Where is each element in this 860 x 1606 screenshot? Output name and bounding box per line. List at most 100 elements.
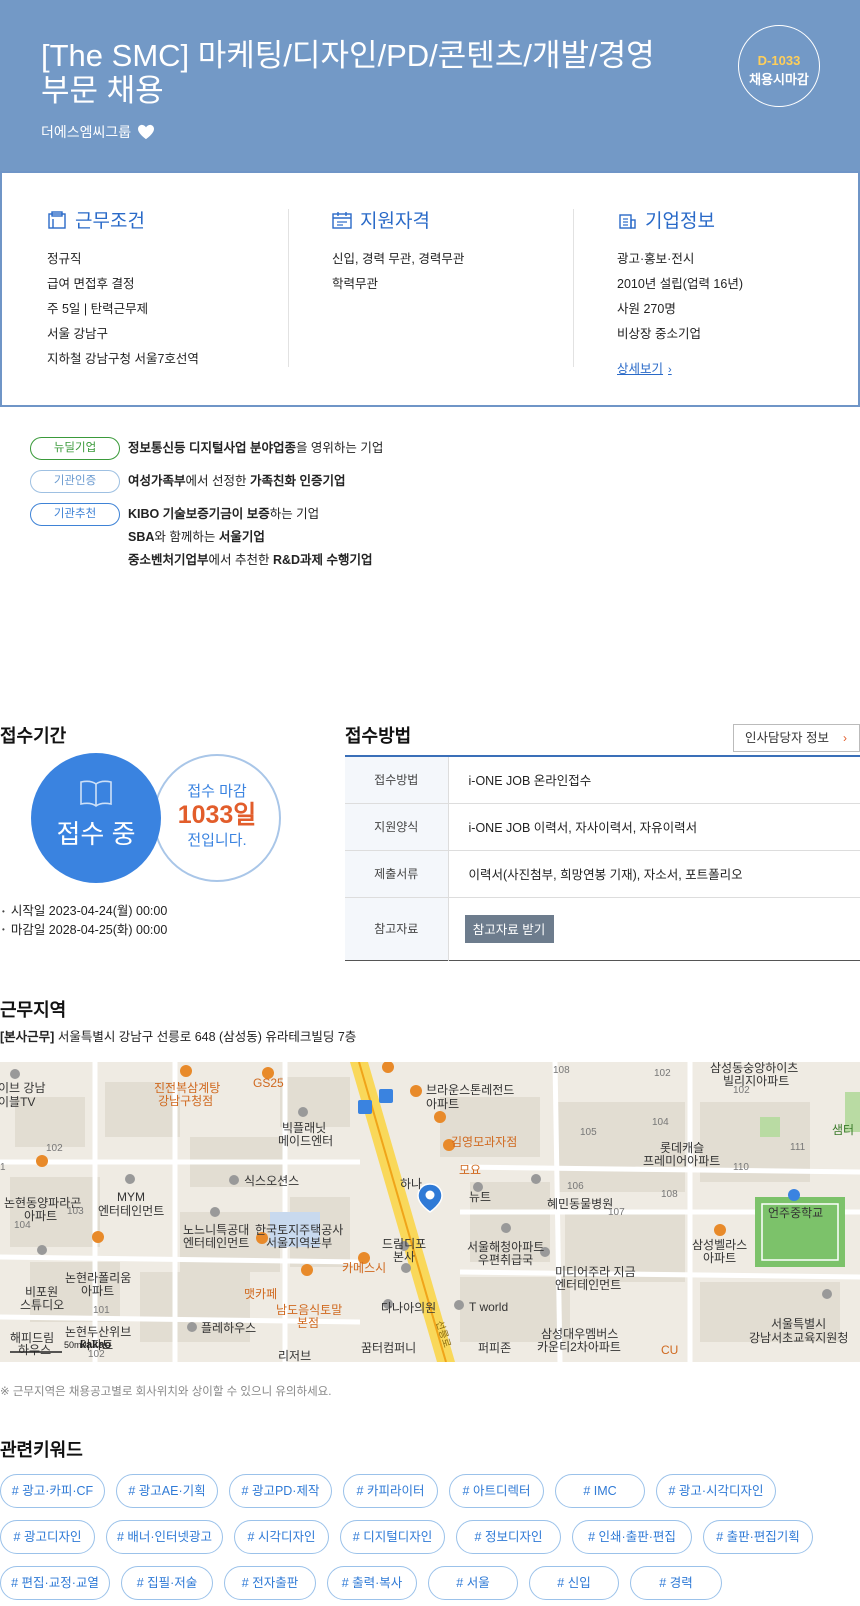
map-number: 104 <box>652 1117 669 1128</box>
keyword-tag[interactable]: # 광고AE·기획 <box>116 1474 218 1508</box>
map-label: 진전복삼계탕 <box>154 1081 220 1095</box>
map-label: 모요 <box>459 1163 481 1177</box>
start-date: 시작일 2023-04-24(월) 00:00 <box>0 902 168 921</box>
map-label: 50m <box>64 1340 82 1350</box>
remaining-circle: 접수 마감 1033일 전입니다. <box>153 754 281 882</box>
map-label: 한국토지주택공사 <box>255 1223 343 1237</box>
keyword-tag[interactable]: # 디지털디자인 <box>340 1520 445 1554</box>
keyword-tag[interactable]: # 광고PD·제작 <box>229 1474 332 1508</box>
keyword-tag[interactable]: # 서울 <box>428 1566 518 1600</box>
recommended-badge: 기관추천 <box>30 503 120 526</box>
keyword-tag[interactable]: # 카피라이터 <box>343 1474 438 1508</box>
work-conditions-list: 정규직 급여 면접후 결정 주 5일 | 탄력근무제 서울 강남구 지하철 강남… <box>47 247 288 372</box>
keyword-tag[interactable]: # 신입 <box>529 1566 619 1600</box>
keyword-tag[interactable]: # 배너·인터넷광고 <box>106 1520 223 1554</box>
remaining-days: 1033일 <box>177 801 257 829</box>
map-label: 플레하우스 <box>201 1321 256 1335</box>
keyword-tag[interactable]: # 정보디자인 <box>456 1520 561 1554</box>
download-reference-button[interactable]: 참고자료 받기 <box>464 914 554 943</box>
certified-badge: 기관인증 <box>30 470 120 493</box>
keyword-list: # 광고·카피·CF # 광고AE·기획 # 광고PD·제작 # 카피라이터 #… <box>0 1474 860 1606</box>
qualifications-title: 지원자격 <box>332 206 573 233</box>
map-label: 엔터테인먼트 <box>555 1278 621 1292</box>
keyword-tag[interactable]: # 출력·복사 <box>327 1566 417 1600</box>
location-map[interactable]: 이브 강남 이블TV 진전복삼계탕 강남구청점 GS25 빅플래닛 메이드엔터 … <box>0 1062 860 1362</box>
qual-item: 학력무관 <box>332 277 379 291</box>
row-label: 참고자료 <box>345 897 449 960</box>
keyword-tag[interactable]: # 인쇄·출판·편집 <box>572 1520 692 1554</box>
map-label: 언주중학교 <box>768 1206 823 1220</box>
row-label: 접수방법 <box>345 756 449 803</box>
map-label: 삼성대우멤버스 <box>541 1327 618 1341</box>
map-number: 107 <box>608 1207 625 1218</box>
badge-row: 기관인증 여성가족부에서 선정한 가족친화 인증기업 <box>30 470 383 493</box>
keyword-tag[interactable]: # 시각디자인 <box>234 1520 329 1554</box>
map-label: T world <box>469 1300 508 1314</box>
keyword-tag[interactable]: # 광고디자인 <box>0 1520 95 1554</box>
company-detail-link[interactable]: 상세보기 › <box>617 358 672 377</box>
map-label: CU <box>661 1343 678 1357</box>
company-name[interactable]: 더에스엠씨그룹 <box>41 122 155 142</box>
badge-description: KIBO 기술보증기금이 보증하는 기업 <box>128 503 373 526</box>
hr-contact-button[interactable]: › 인사담당자 정보 <box>733 724 860 752</box>
map-number: 110 <box>733 1162 749 1173</box>
row-label: 지원양식 <box>345 803 449 850</box>
map-label: 이브 강남 <box>0 1081 46 1095</box>
qualifications: 지원자격 신입, 경력 무관, 경력무관 학력무관 <box>288 173 573 405</box>
keyword-tag[interactable]: # 아트디렉터 <box>449 1474 544 1508</box>
map-number: 101 <box>93 1305 110 1316</box>
map-label: 혜민동물병원 <box>547 1197 613 1211</box>
qualifications-label: 지원자격 <box>360 211 430 232</box>
keyword-tag[interactable]: # 집필·저술 <box>121 1566 213 1600</box>
table-row: 제출서류 이력서(사진첨부, 희망연봉 기재), 자소서, 포트폴리오 <box>345 850 860 897</box>
map-label: 미디어주라 지금 <box>555 1265 636 1279</box>
map-label: 롯데캐슬 <box>660 1141 704 1155</box>
map-label: 엔터테인먼트 <box>183 1236 249 1250</box>
badge-text: 에서 추천한 <box>208 553 273 567</box>
keyword-tag[interactable]: # IMC <box>555 1474 645 1508</box>
keyword-tag[interactable]: # 광고·시각디자인 <box>656 1474 776 1508</box>
map-label: 스튜디오 <box>20 1298 64 1312</box>
badge-descriptions: 여성가족부에서 선정한 가족친화 인증기업 <box>128 470 345 493</box>
map-label: 남도음식토말 <box>276 1303 342 1317</box>
location-title: 근무지역 <box>0 1000 67 1020</box>
badge-text-bold: 서울기업 <box>218 530 265 544</box>
period-dates: 시작일 2023-04-24(월) 00:00 마감일 2028-04-25(화… <box>0 902 168 939</box>
map-label: MYM <box>117 1190 145 1204</box>
map-label: 본점 <box>297 1316 319 1330</box>
keyword-tag[interactable]: # 편집·교정·교열 <box>0 1566 110 1600</box>
status-circle: 접수 중 <box>31 753 161 883</box>
job-summary: 근무조건 정규직 급여 면접후 결정 주 5일 | 탄력근무제 서울 강남구 지… <box>0 171 860 407</box>
keyword-tag[interactable]: # 전자출판 <box>224 1566 316 1600</box>
dday-count: D-1033 <box>757 53 801 68</box>
map-label: 카운티2차아파트 <box>537 1340 621 1354</box>
badge-text-bold: 정보통신등 디지털사업 분야업종 <box>128 441 296 455</box>
heart-icon[interactable] <box>137 124 155 140</box>
badge-description: 정보통신등 디지털사업 분야업종을 영위하는 기업 <box>128 437 383 460</box>
map-label: 뉴트 <box>469 1190 491 1204</box>
corp-item: 비상장 중소기업 <box>617 327 701 341</box>
map-label: 논현두산위브 <box>65 1325 131 1339</box>
map-label: 샘터 <box>832 1123 854 1137</box>
company-info-label: 기업정보 <box>645 211 715 232</box>
period-title: 접수기간 <box>0 726 67 746</box>
corp-item: 광고·홍보·전시 <box>617 252 695 266</box>
work-item: 서울 강남구 <box>47 327 108 341</box>
book-icon <box>80 780 112 807</box>
corp-item: 사원 270명 <box>617 302 676 316</box>
table-row: 접수방법 i-ONE JOB 온라인접수 <box>345 756 860 803</box>
badge-text-bold: KIBO 기술보증기금이 보증 <box>128 507 270 521</box>
work-item: 지하철 강남구청 서울7호선역 <box>47 352 199 366</box>
keyword-tag[interactable]: # 출판·편집기획 <box>703 1520 813 1554</box>
map-canvas: 이브 강남 이블TV 진전복삼계탕 강남구청점 GS25 빅플래닛 메이드엔터 … <box>0 1062 860 1362</box>
keyword-tag[interactable]: # 경력 <box>630 1566 722 1600</box>
map-label: 서울특별시 <box>771 1317 826 1331</box>
newdeal-badge: 뉴딜기업 <box>30 437 120 460</box>
map-label: 우편취급국 <box>478 1253 533 1267</box>
company-info: 기업정보 광고·홍보·전시 2010년 설립(업력 16년) 사원 270명 비… <box>573 173 858 405</box>
keyword-tag[interactable]: # 광고·카피·CF <box>0 1474 105 1508</box>
map-label: 프레미어아파트 <box>643 1154 720 1168</box>
badge-text-bold: 여성가족부 <box>128 474 186 488</box>
badge-text-bold: 중소벤처기업부 <box>128 553 209 567</box>
keywords-title: 관련키워드 <box>0 1440 83 1460</box>
